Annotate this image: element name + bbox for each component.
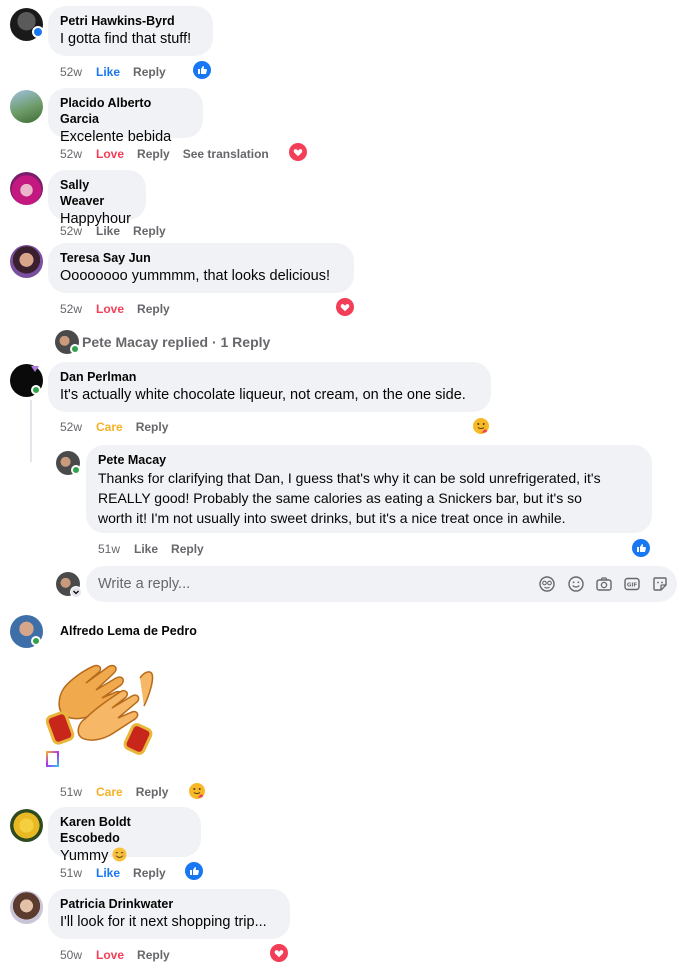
love-icon[interactable] [336,298,354,316]
comment-text: Oooooooo yummmm, that looks delicious! [60,268,330,284]
verified-badge-icon [32,26,44,38]
svg-text:GIF: GIF [627,583,638,589]
comment-actions: 51w Like Reply [60,865,179,881]
love-icon[interactable] [270,944,288,962]
chevron-down-icon[interactable] [70,586,82,598]
comment-actions: 51w Care Reply [60,784,181,800]
comment-text: It's actually white chocolate liqueur, n… [60,387,466,403]
comment-text: I gotta find that stuff! [60,31,192,47]
avatar[interactable] [10,809,43,842]
comment-bubble: Sally Weaver Happyhour [48,170,146,227]
reply-button[interactable]: Reply [171,541,204,557]
comment-bubble: Karen Boldt Escobedo Yummy [48,807,201,864]
sticker-icon[interactable] [651,575,669,593]
replied-summary-text[interactable]: Pete Macay replied · 1 Reply [82,334,270,350]
comment-author[interactable]: Petri Hawkins-Byrd [60,13,201,29]
love-icon[interactable] [289,143,307,161]
comment-time[interactable]: 51w [60,865,82,881]
care-icon[interactable] [188,782,206,800]
avatar[interactable] [10,891,43,924]
reply-bubble: Pete Macay Thanks for clarifying that Da… [86,445,652,533]
like-button[interactable]: Like [96,865,120,881]
reply-text-line: REALLY good! Probably the same calories … [98,490,582,506]
online-status-icon [70,344,80,354]
avatar[interactable] [10,90,43,123]
like-button[interactable]: Like [134,541,158,557]
emoji-icon[interactable] [567,575,585,593]
reply-input[interactable] [98,566,518,602]
comment-time[interactable]: 52w [60,301,82,317]
comment-author[interactable]: Placido Alberto Garcia [60,95,191,127]
comment-bubble: Dan Perlman It's actually white chocolat… [48,362,491,412]
comment-author[interactable]: Teresa Say Jun [60,250,342,266]
online-status-icon [31,385,41,395]
reply-actions: 51w Like Reply [98,541,217,557]
comment-author[interactable]: Alfredo Lema de Pedro [60,623,197,639]
online-status-icon [71,465,81,475]
smiling-face-icon [112,847,127,862]
thread-line [30,400,32,462]
reply-time[interactable]: 51w [98,541,120,557]
like-button[interactable]: Love [96,301,124,317]
like-button[interactable]: Care [96,419,123,435]
comment-time[interactable]: 52w [60,146,82,162]
care-icon[interactable] [472,417,490,435]
reply-button[interactable]: Reply [133,865,166,881]
reply-button[interactable]: Reply [136,784,169,800]
comment-actions: 52w Like Reply [60,64,179,80]
camera-icon[interactable] [595,575,613,593]
like-button[interactable]: Like [96,223,120,239]
reply-composer: GIF [86,566,677,602]
gif-icon[interactable]: GIF [623,575,641,593]
comment-actions: 52w Love Reply See translation [60,146,282,162]
comment-time[interactable]: 52w [60,64,82,80]
comment-actions: 50w Love Reply [60,947,183,963]
comment-actions: 52w Like Reply [60,223,179,239]
like-button[interactable]: Care [96,784,123,800]
comment-text: Excelente bebida [60,129,172,145]
reply-button[interactable]: Reply [137,947,170,963]
reply-button[interactable]: Reply [136,419,169,435]
like-button[interactable]: Love [96,947,124,963]
avatar[interactable] [10,172,43,205]
avatar[interactable] [10,245,43,278]
reply-button[interactable]: Reply [133,64,166,80]
reply-author[interactable]: Pete Macay [98,452,640,468]
reply-text-line: worth it! I'm not usually into sweet dri… [98,510,566,526]
reply-text-line: Thanks for clarifying that Dan, I guess … [98,470,601,486]
comment-author[interactable]: Karen Boldt Escobedo [60,814,189,846]
like-button[interactable]: Love [96,146,124,162]
reply-button[interactable]: Reply [137,146,170,162]
like-icon[interactable] [193,61,211,79]
online-status-icon [31,636,41,646]
comment-bubble: Petri Hawkins-Byrd I gotta find that stu… [48,6,213,56]
comment-actions: 52w Care Reply [60,419,181,435]
comment-text: Yummy [60,846,189,866]
reply-button[interactable]: Reply [137,301,170,317]
clapping-hands-sticker[interactable] [45,658,158,758]
comment-author[interactable]: Dan Perlman [60,369,479,385]
comment-time[interactable]: 52w [60,419,82,435]
see-translation-link[interactable]: See translation [183,146,269,162]
comment-actions: 52w Love Reply [60,301,183,317]
like-icon[interactable] [632,539,650,557]
avatar-sticker-icon[interactable] [538,575,556,593]
comment-bubble: Patricia Drinkwater I'll look for it nex… [48,889,290,939]
like-icon[interactable] [185,862,203,880]
comment-bubble: Placido Alberto Garcia Excelente bebida [48,88,203,145]
avatar-accent-icon [31,366,39,372]
like-button[interactable]: Like [96,64,120,80]
comment-author[interactable]: Sally Weaver [60,177,134,209]
comment-text: I'll look for it next shopping trip... [60,914,267,930]
comment-author[interactable]: Patricia Drinkwater [60,896,278,912]
comment-time[interactable]: 50w [60,947,82,963]
comment-bubble: Teresa Say Jun Oooooooo yummmm, that loo… [48,243,354,293]
comment-time[interactable]: 52w [60,223,82,239]
sticker-badge-icon [46,751,59,767]
comment-text-value: Yummy [60,848,109,864]
comment-time[interactable]: 51w [60,784,82,800]
reply-button[interactable]: Reply [133,223,166,239]
